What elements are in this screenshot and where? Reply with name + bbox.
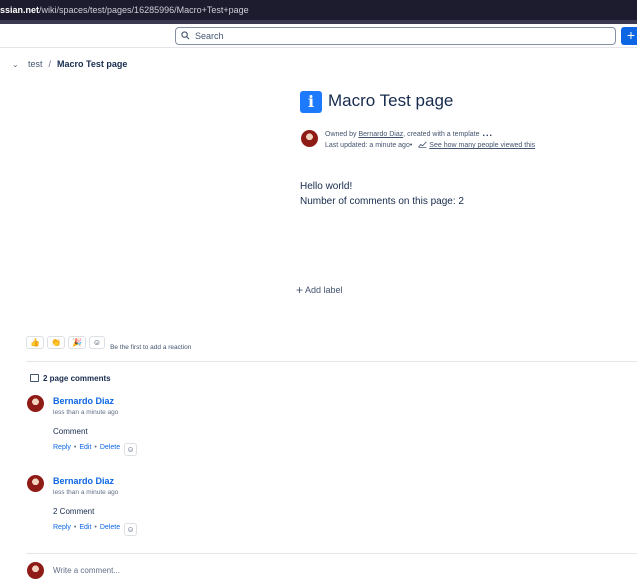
reply-button[interactable]: Reply (53, 524, 71, 531)
owner-avatar[interactable] (301, 130, 318, 147)
comment-body: 2 Comment (53, 507, 95, 516)
body-paragraph-1: Hello world! (300, 181, 353, 192)
emoji-add-icon[interactable]: ☺ (124, 443, 138, 456)
top-navigation: Search + (0, 24, 637, 48)
comment-author[interactable]: Bernardo Diaz (53, 476, 114, 486)
emoji-add-icon[interactable]: ☺ (124, 523, 138, 536)
comment-time: less than a minute ago (53, 489, 119, 496)
url-host: ssian.net (0, 5, 40, 15)
reply-button[interactable]: Reply (53, 444, 71, 451)
edit-button[interactable]: Edit (79, 524, 91, 531)
edit-button[interactable]: Edit (79, 444, 91, 451)
search-input[interactable]: Search (175, 27, 616, 45)
byline-owner: Owned by Bernardo Diaz, created with a t… (325, 128, 493, 138)
comments-header: 2 page comments (30, 374, 111, 383)
comment-body: Comment (53, 427, 88, 436)
page-title: Macro Test page (328, 91, 454, 110)
reaction-prompt: Be the first to add a reaction (110, 344, 192, 351)
delete-button[interactable]: Delete (100, 444, 120, 451)
breadcrumb-current-page[interactable]: Macro Test page (57, 59, 127, 69)
byline-bullet: • (409, 142, 413, 149)
delete-button[interactable]: Delete (100, 524, 120, 531)
more-actions-icon[interactable]: ... (482, 128, 493, 138)
last-updated-text: Last updated: a minute ago (325, 142, 410, 149)
section-divider (26, 361, 637, 362)
byline-owned-prefix: Owned by (325, 131, 359, 138)
info-icon[interactable]: i (300, 91, 322, 113)
comment-avatar[interactable] (27, 395, 44, 412)
comment-actions: Reply • Edit • Delete ☺ (53, 443, 138, 456)
emoji-add-icon[interactable]: ☺ (88, 336, 106, 349)
add-label-button[interactable]: + Add label (296, 283, 343, 297)
current-user-avatar (27, 562, 44, 579)
comments-count: 2 page comments (43, 374, 111, 383)
clap-reaction[interactable]: 👏 (46, 336, 65, 349)
url-path: /wiki/spaces/test/pages/16285996/Macro+T… (39, 5, 249, 15)
section-divider (26, 553, 637, 554)
comment-actions: Reply • Edit • Delete ☺ (53, 523, 138, 536)
plus-icon: + (296, 283, 304, 297)
reactions-bar: 👍 👏 🎉 ☺ Be the first to add a reaction (26, 336, 191, 351)
create-button[interactable]: + (621, 27, 637, 45)
owner-link[interactable]: Bernardo Diaz (358, 131, 403, 138)
write-comment-input[interactable]: Write a comment... (53, 566, 120, 575)
page-views-link[interactable]: See how many people viewed this (429, 142, 535, 149)
add-label-text: Add label (305, 285, 343, 295)
search-icon (181, 31, 190, 40)
party-reaction[interactable]: 🎉 (67, 336, 86, 349)
thumbs-up-reaction[interactable]: 👍 (26, 336, 44, 349)
breadcrumb-separator: / (48, 59, 52, 69)
breadcrumb: ⌄ test / Macro Test page (12, 59, 127, 69)
search-placeholder: Search (195, 31, 224, 41)
browser-url-bar[interactable]: ssian.net/wiki/spaces/test/pages/1628599… (0, 0, 637, 20)
byline-created-suffix: , created with a template (403, 131, 480, 138)
comment-icon (30, 374, 39, 382)
chevron-down-icon[interactable]: ⌄ (12, 60, 22, 69)
comment-time: less than a minute ago (53, 409, 119, 416)
comment-author[interactable]: Bernardo Diaz (53, 396, 114, 406)
body-paragraph-2: Number of comments on this page: 2 (300, 196, 464, 207)
analytics-icon (418, 141, 428, 148)
byline-updated: Last updated: a minute ago• See how many … (325, 141, 535, 149)
breadcrumb-space-link[interactable]: test (28, 59, 43, 69)
comment-avatar[interactable] (27, 475, 44, 492)
